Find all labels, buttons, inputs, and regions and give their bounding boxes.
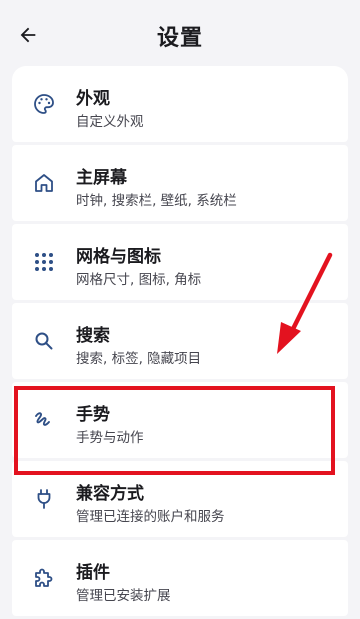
settings-list: 外观 自定义外观 主屏幕 时钟, 搜索栏, 壁纸, 系统栏 网格与图标 网格尺寸… [12, 66, 348, 619]
page-title: 设置 [156, 26, 203, 51]
settings-item-grid-icons[interactable]: 网格与图标 网格尺寸, 图标, 角标 [12, 224, 348, 300]
settings-item-search[interactable]: 搜索 搜索, 标签, 隐藏项目 [12, 303, 348, 379]
settings-item-plugins[interactable]: 插件 管理已安装扩展 [12, 540, 348, 616]
settings-item-subtitle: 时钟, 搜索栏, 壁纸, 系统栏 [76, 193, 237, 209]
grid-icon [32, 250, 56, 274]
gesture-icon [32, 408, 56, 432]
settings-item-gestures[interactable]: 手势 手势与动作 [12, 382, 348, 458]
settings-item-label: 兼容方式 [76, 484, 144, 504]
settings-item-subtitle: 搜索, 标签, 隐藏项目 [76, 351, 202, 367]
app-bar: 设置 [0, 0, 360, 66]
settings-item-home-screen[interactable]: 主屏幕 时钟, 搜索栏, 壁纸, 系统栏 [12, 145, 348, 221]
plug-icon [32, 487, 56, 511]
palette-icon [32, 92, 56, 116]
puzzle-icon [32, 566, 56, 590]
settings-item-compatibility[interactable]: 兼容方式 管理已连接的账户和服务 [12, 461, 348, 537]
settings-item-subtitle: 手势与动作 [76, 430, 144, 446]
settings-item-label: 主屏幕 [76, 168, 127, 188]
settings-item-label: 外观 [76, 89, 110, 109]
settings-item-label: 插件 [76, 563, 110, 583]
settings-item-subtitle: 管理已安装扩展 [76, 588, 171, 604]
settings-item-subtitle: 自定义外观 [76, 114, 144, 130]
home-icon [32, 171, 56, 195]
search-icon [32, 329, 56, 353]
settings-item-label: 网格与图标 [76, 247, 161, 267]
settings-item-label: 搜索 [76, 326, 110, 346]
settings-item-label: 手势 [76, 405, 110, 425]
settings-item-appearance[interactable]: 外观 自定义外观 [12, 66, 348, 142]
settings-item-subtitle: 网格尺寸, 图标, 角标 [76, 272, 202, 288]
settings-item-subtitle: 管理已连接的账户和服务 [76, 509, 225, 525]
